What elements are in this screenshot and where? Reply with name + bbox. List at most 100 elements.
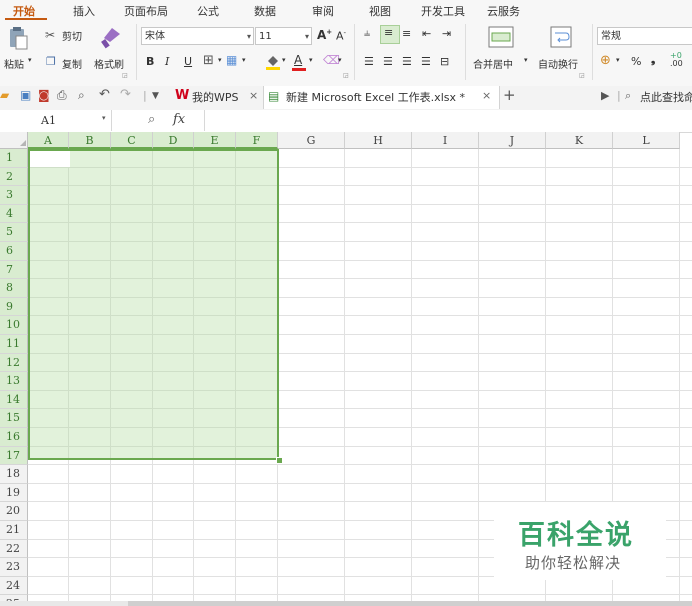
- column-header-l[interactable]: L: [613, 132, 680, 149]
- fill-color-icon[interactable]: [265, 53, 281, 74]
- row-header-5[interactable]: 5: [0, 223, 28, 242]
- select-all-corner[interactable]: [0, 132, 28, 149]
- print-icon[interactable]: ⎙: [57, 88, 67, 103]
- indent-increase-icon[interactable]: ⇥: [442, 27, 451, 40]
- format-painter-icon[interactable]: [98, 26, 122, 53]
- column-header-i[interactable]: I: [412, 132, 479, 149]
- underline-button[interactable]: U: [184, 55, 192, 68]
- command-icon[interactable]: ▶: [601, 89, 609, 102]
- horizontal-scrollbar[interactable]: [0, 601, 692, 606]
- merge-dropdown-icon[interactable]: ▾: [524, 56, 528, 64]
- column-header-b[interactable]: B: [69, 132, 111, 149]
- currency-icon[interactable]: ⊕: [600, 53, 611, 68]
- paste-button[interactable]: 粘贴: [4, 56, 24, 71]
- row-header-7[interactable]: 7: [0, 260, 28, 280]
- comma-button[interactable]: ❟: [651, 53, 655, 67]
- clipboard-expand-icon[interactable]: ◲: [122, 72, 128, 79]
- row-header-4[interactable]: 4: [0, 204, 28, 224]
- row-header-6[interactable]: 6: [0, 242, 28, 261]
- percent-button[interactable]: %: [631, 55, 641, 68]
- column-header-d[interactable]: D: [153, 132, 194, 149]
- tab-close-icon[interactable]: ×: [249, 89, 258, 102]
- column-header-c[interactable]: C: [111, 132, 153, 149]
- font-size-select[interactable]: 11 ▾: [255, 27, 312, 45]
- export-pdf-icon[interactable]: ◙: [38, 88, 50, 102]
- justify-icon[interactable]: ☰: [421, 55, 431, 68]
- bold-button[interactable]: B: [146, 55, 154, 68]
- column-header-e[interactable]: E: [194, 132, 236, 149]
- menu-insert[interactable]: 插入: [73, 3, 95, 19]
- insert-function-button[interactable]: fx: [173, 112, 185, 127]
- save-icon[interactable]: ▣: [20, 88, 31, 102]
- cell-style-dropdown-icon[interactable]: ▾: [242, 56, 246, 64]
- menu-view[interactable]: 视图: [369, 3, 391, 19]
- format-painter-button[interactable]: 格式刷: [94, 56, 124, 71]
- wrap-text-button[interactable]: 自动换行: [538, 56, 578, 71]
- font-color-dropdown-icon[interactable]: ▾: [309, 56, 313, 64]
- row-header-18[interactable]: 18: [0, 465, 28, 484]
- row-header-17[interactable]: 17: [0, 446, 28, 466]
- row-header-1[interactable]: 1: [0, 149, 28, 168]
- italic-button[interactable]: I: [165, 55, 169, 68]
- tab-document[interactable]: ▤ 新建 Microsoft Excel 工作表.xlsx * ×: [263, 86, 500, 109]
- font-expand-icon[interactable]: ◲: [343, 72, 349, 79]
- paste-icon[interactable]: [7, 26, 29, 53]
- row-header-22[interactable]: 22: [0, 539, 28, 559]
- print-preview-icon[interactable]: ⌕: [78, 88, 85, 103]
- currency-dropdown-icon[interactable]: ▾: [616, 56, 620, 64]
- row-header-20[interactable]: 20: [0, 502, 28, 521]
- decimal-increase-button[interactable]: +0.00: [670, 52, 683, 68]
- column-header-a[interactable]: A: [28, 132, 69, 149]
- search-command-input[interactable]: 点此查找命: [640, 89, 692, 105]
- row-header-2[interactable]: 2: [0, 167, 28, 187]
- menu-formulas[interactable]: 公式: [197, 3, 219, 19]
- scrollbar-thumb[interactable]: [128, 601, 692, 606]
- menu-review[interactable]: 审阅: [312, 3, 334, 19]
- row-header-8[interactable]: 8: [0, 279, 28, 298]
- wrap-text-icon[interactable]: [550, 26, 572, 51]
- borders-icon[interactable]: ⊞: [203, 53, 214, 68]
- tab-close-icon[interactable]: ×: [482, 89, 491, 102]
- menu-home[interactable]: 开始: [13, 3, 35, 19]
- align-bottom-icon[interactable]: ≡: [402, 27, 411, 40]
- borders-dropdown-icon[interactable]: ▾: [218, 56, 222, 64]
- zoom-search-icon[interactable]: ⌕: [148, 112, 155, 127]
- distributed-icon[interactable]: ⊟: [440, 55, 449, 68]
- number-format-select[interactable]: 常规: [597, 27, 692, 45]
- clear-format-dropdown-icon[interactable]: ▾: [338, 56, 342, 64]
- row-header-9[interactable]: 9: [0, 297, 28, 317]
- active-cell[interactable]: [30, 151, 70, 167]
- column-header-g[interactable]: G: [278, 132, 345, 149]
- menu-data[interactable]: 数据: [254, 3, 276, 19]
- row-header-19[interactable]: 19: [0, 483, 28, 503]
- column-header-f[interactable]: F: [236, 132, 278, 149]
- row-header-16[interactable]: 16: [0, 428, 28, 447]
- menu-cloud[interactable]: 云服务: [487, 3, 520, 19]
- row-header-12[interactable]: 12: [0, 353, 28, 373]
- align-top-icon[interactable]: ⫨: [364, 26, 370, 40]
- align-right-icon[interactable]: ☰: [402, 55, 412, 68]
- shrink-font-button[interactable]: A-: [336, 29, 346, 43]
- row-header-13[interactable]: 13: [0, 372, 28, 391]
- column-header-h[interactable]: H: [345, 132, 412, 149]
- row-header-24[interactable]: 24: [0, 576, 28, 596]
- row-header-14[interactable]: 14: [0, 390, 28, 410]
- scissors-icon[interactable]: ✂: [45, 28, 55, 42]
- undo-icon[interactable]: ↶: [99, 87, 110, 102]
- row-header-11[interactable]: 11: [0, 335, 28, 354]
- copy-icon[interactable]: ❐: [46, 55, 56, 68]
- fill-handle[interactable]: [276, 457, 283, 464]
- paste-dropdown-icon[interactable]: ▾: [28, 56, 32, 64]
- align-center-icon[interactable]: ☰: [383, 55, 393, 68]
- name-box[interactable]: A1 ▾: [0, 110, 112, 131]
- row-header-23[interactable]: 23: [0, 558, 28, 577]
- menu-developer[interactable]: 开发工具: [421, 3, 465, 19]
- align-left-icon[interactable]: ☰: [364, 55, 374, 68]
- new-tab-icon[interactable]: +: [503, 86, 516, 104]
- row-header-3[interactable]: 3: [0, 186, 28, 205]
- font-name-select[interactable]: 宋体 ▾: [141, 27, 254, 45]
- redo-icon[interactable]: ↷: [120, 87, 131, 102]
- cell-style-icon[interactable]: ▦: [226, 53, 237, 67]
- grow-font-button[interactable]: A+: [317, 28, 332, 42]
- merge-center-button[interactable]: 合并居中: [473, 56, 513, 71]
